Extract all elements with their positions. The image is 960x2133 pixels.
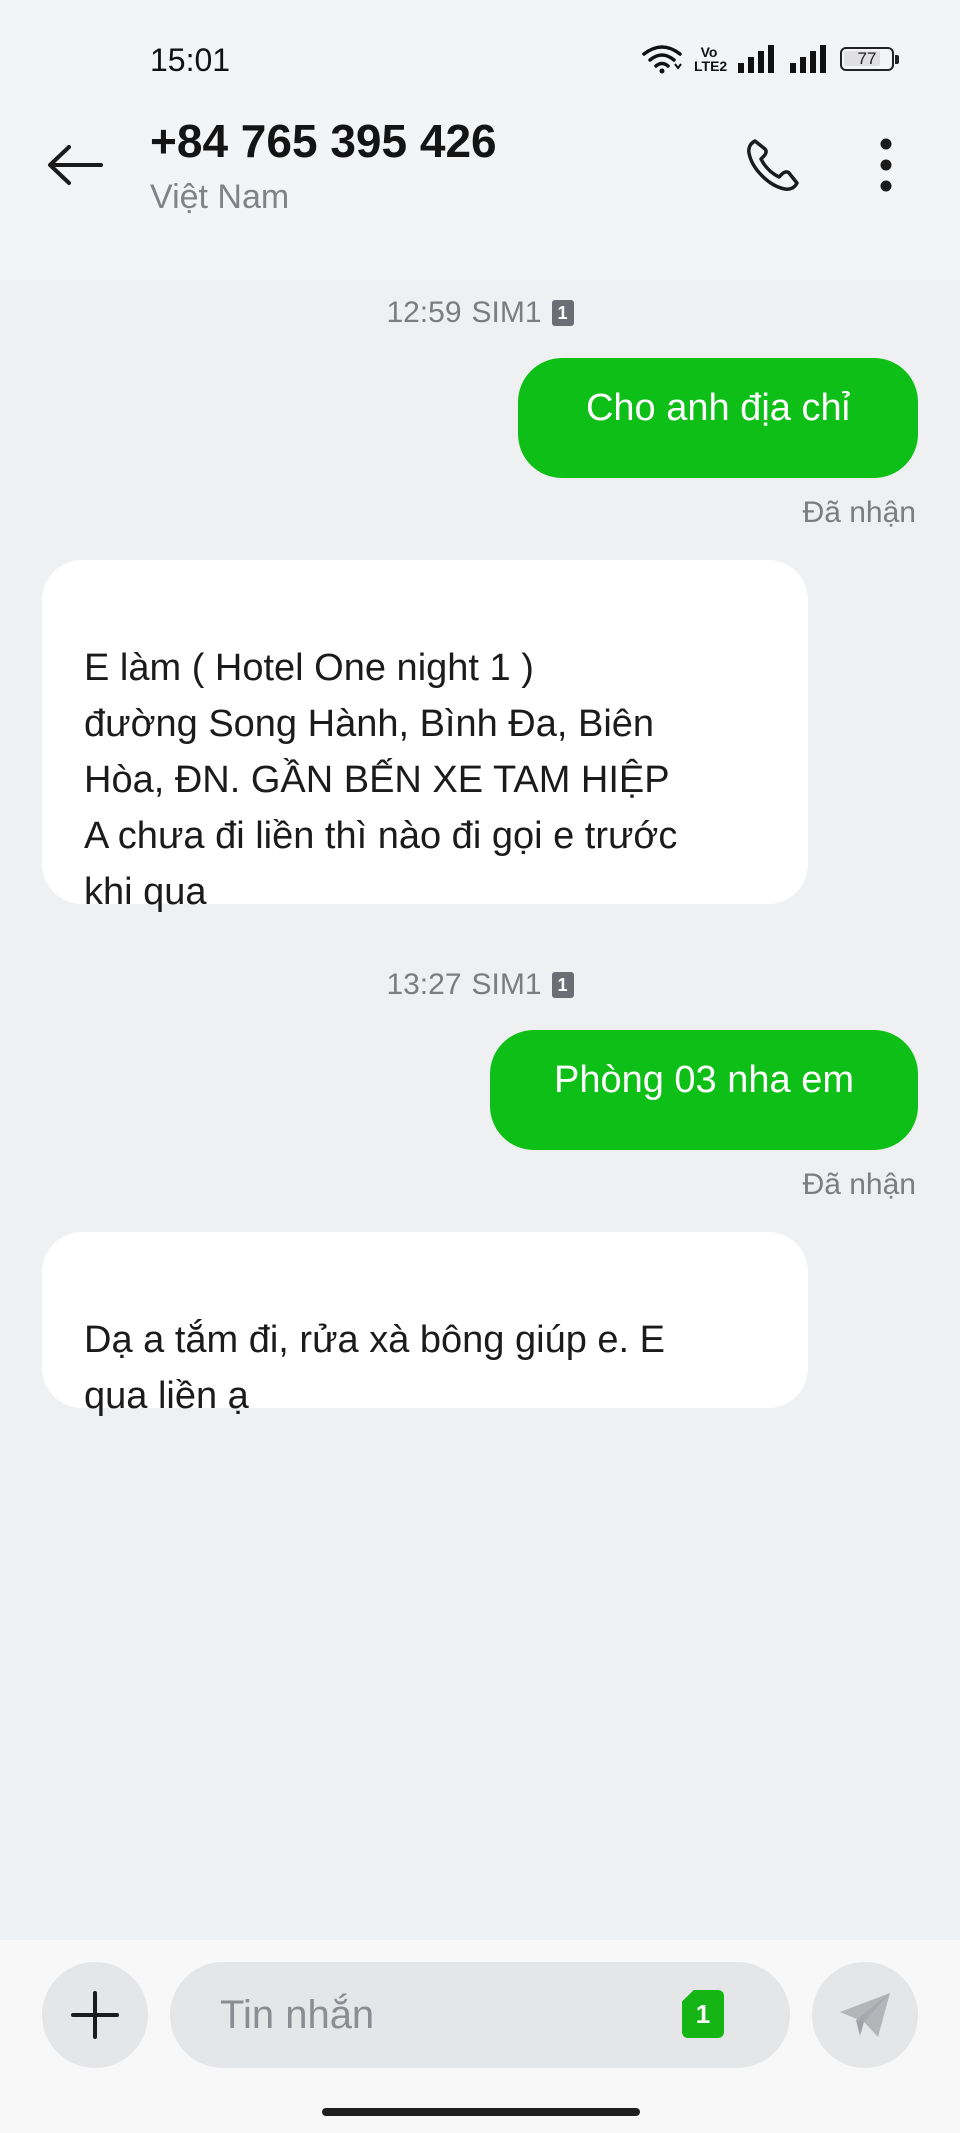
incoming-message[interactable]: E làm ( Hotel One night 1 ) đường Song H… — [42, 560, 808, 913]
message-text: Phòng 03 nha em — [553, 1059, 854, 1101]
more-vertical-icon — [880, 138, 892, 192]
message-meta: 12:59 SIM1 1 — [0, 296, 960, 330]
delivery-status: Đã nhận — [802, 496, 916, 529]
sim-select-button[interactable]: 1 — [682, 1990, 724, 2038]
signal-icon — [738, 45, 774, 73]
message-text: Dạ a tắm đi, rửa xà bông giúp e. E qua l… — [84, 1319, 665, 1417]
battery-icon: 77 — [840, 47, 899, 71]
message-time: 12:59 — [386, 296, 462, 329]
message-text: E làm ( Hotel One night 1 ) đường Song H… — [84, 647, 678, 913]
back-arrow-icon — [48, 145, 103, 185]
status-icons: Vo LTE2 77 — [642, 44, 899, 74]
signal-icon-2 — [790, 45, 826, 73]
sim-card-icon: 1 — [551, 300, 574, 326]
message-sim: SIM1 — [471, 968, 542, 1001]
outgoing-message[interactable]: Cho anh địa chỉ — [518, 358, 918, 478]
status-bar: 15:01 Vo LTE2 77 — [0, 0, 960, 120]
send-icon — [840, 1993, 890, 2037]
contact-country: Việt Nam — [150, 178, 290, 216]
incoming-message[interactable]: Dạ a tắm đi, rửa xà bông giúp e. E qua l… — [42, 1232, 808, 1417]
outgoing-message[interactable]: Phòng 03 nha em — [490, 1030, 918, 1150]
volte-icon: Vo LTE2 — [694, 44, 728, 74]
phone-icon — [747, 139, 799, 191]
contact-number: +84 765 395 426 — [150, 115, 497, 167]
status-time: 15:01 — [150, 42, 231, 78]
battery-level: 77 — [857, 49, 877, 68]
wifi-icon — [642, 45, 682, 74]
sim-card-icon: 1 — [551, 972, 574, 998]
message-text: Cho anh địa chỉ — [585, 387, 851, 429]
message-meta: 13:27 SIM1 1 — [0, 968, 960, 1002]
plus-icon — [71, 1991, 119, 2039]
send-button[interactable] — [812, 1962, 918, 2068]
back-button[interactable] — [40, 130, 110, 200]
more-options-button[interactable] — [856, 130, 916, 200]
add-attachment-button[interactable] — [42, 1962, 148, 2068]
message-sim: SIM1 — [471, 296, 542, 329]
delivery-status: Đã nhận — [802, 1168, 916, 1201]
call-button[interactable] — [738, 130, 808, 200]
home-indicator[interactable] — [322, 2108, 640, 2116]
message-time: 13:27 — [386, 968, 462, 1001]
